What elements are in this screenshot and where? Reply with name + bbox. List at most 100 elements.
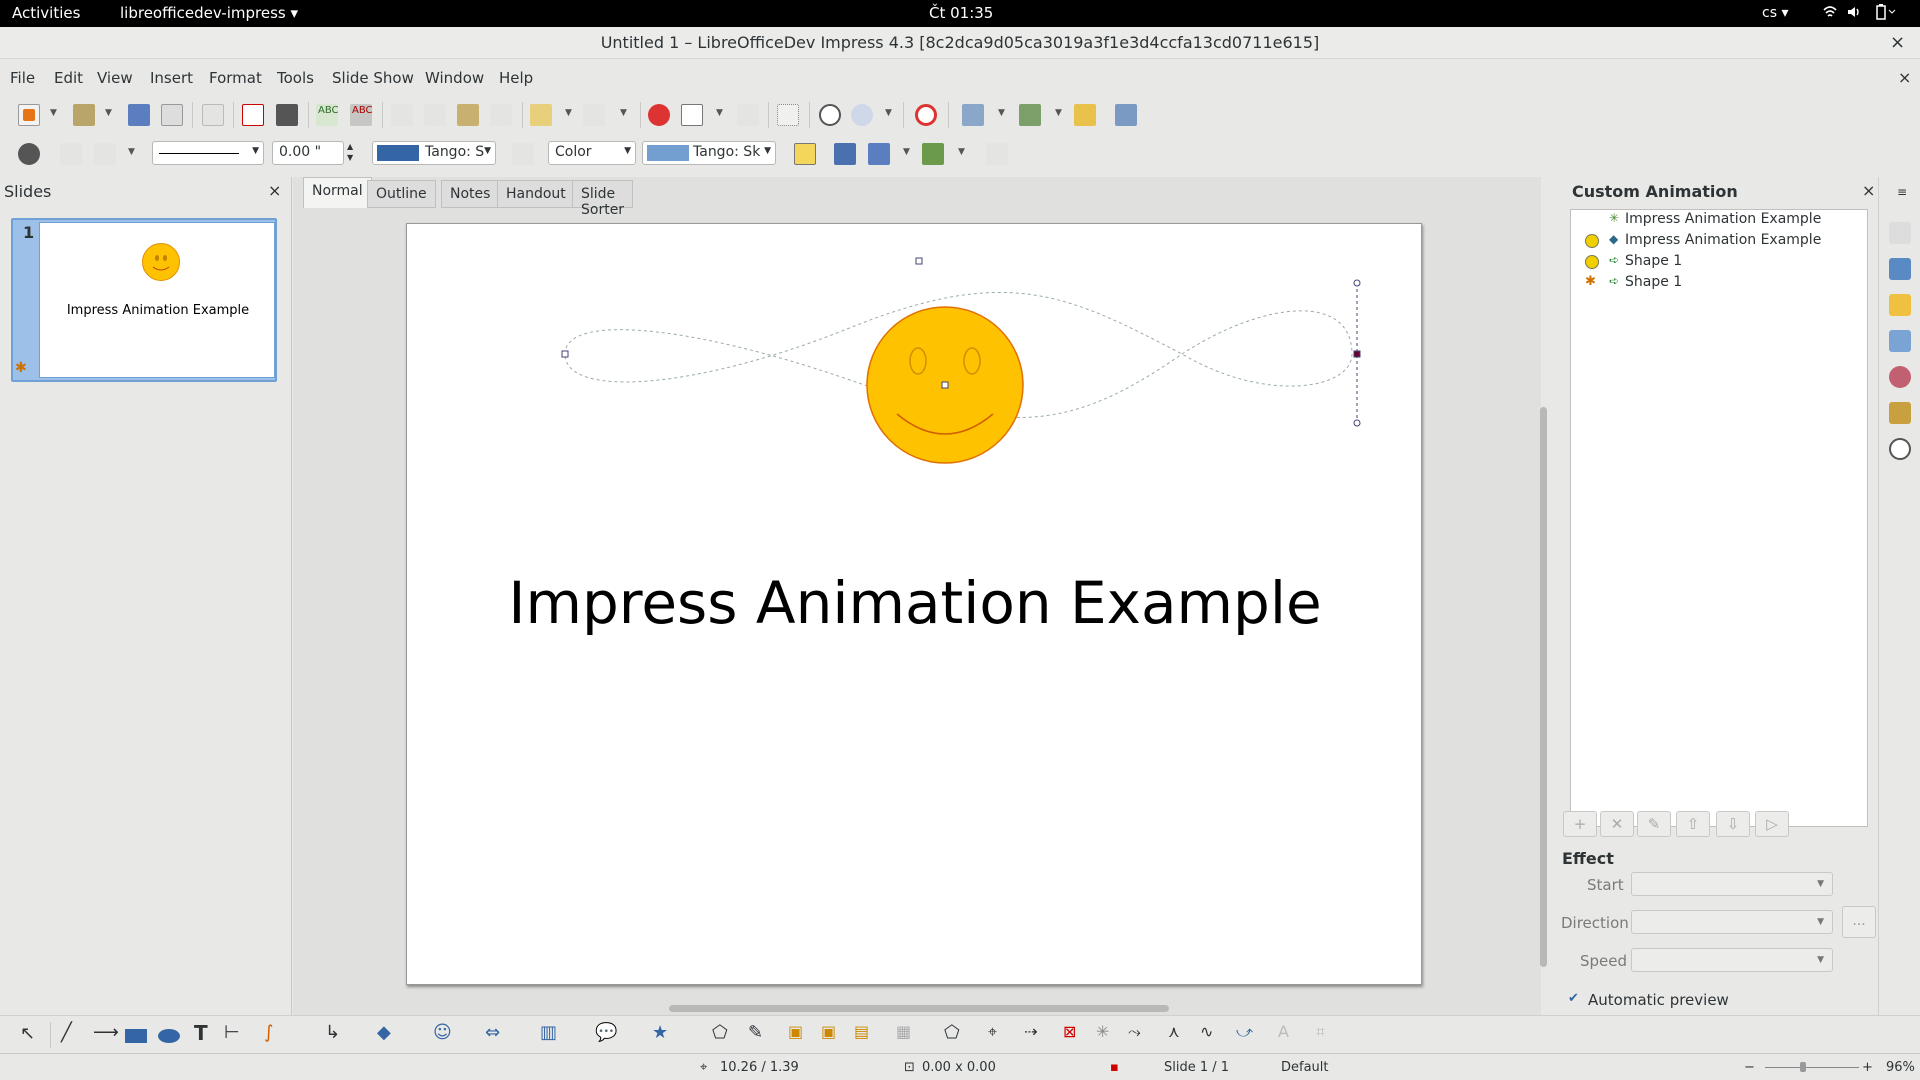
stars-icon[interactable]: ★ [652,1022,668,1043]
points-edit-icon[interactable]: ⬠ [944,1022,960,1043]
direction-select[interactable]: ▼ [1631,910,1833,934]
flowchart-icon[interactable]: ▥ [540,1022,557,1043]
master-page-name[interactable]: Default [1281,1060,1329,1075]
spellcheck-icon[interactable]: ABC [316,104,339,126]
menu-edit[interactable]: Edit [54,69,83,87]
insert-textbox-icon[interactable]: ▣ [788,1022,803,1041]
eliminate-points-icon[interactable]: ⌗ [1316,1022,1325,1042]
clone-formatting-icon[interactable] [490,104,512,126]
automatic-preview-checkbox[interactable]: ✔ [1568,991,1579,1006]
direction-options-button[interactable]: ... [1842,906,1876,938]
zoom-out-button[interactable]: − [1744,1060,1755,1075]
smooth-transition-icon[interactable]: ∿ [1200,1022,1213,1041]
list-item[interactable]: ✳ Impress Animation Example [1571,210,1867,231]
start-select[interactable]: ▼ [1631,872,1833,896]
gallery-icon[interactable] [1889,402,1911,424]
horizontal-scrollbar[interactable] [669,1005,1169,1012]
insert-chart-icon[interactable] [648,104,670,126]
master-pages-icon[interactable] [1889,258,1911,280]
slide-transition-icon[interactable] [1889,330,1911,352]
layout-dropdown-icon[interactable]: ▼ [1055,108,1062,118]
zoom-level[interactable]: 96% [1886,1060,1915,1075]
insert-media-icon[interactable] [737,104,759,126]
menu-tools[interactable]: Tools [277,69,314,87]
zoom-icon[interactable] [851,104,873,126]
block-arrows-icon[interactable]: ⇔ [485,1022,500,1043]
battery-icon[interactable] [1874,4,1896,24]
tab-slide-sorter[interactable]: Slide Sorter [572,180,634,218]
save-icon[interactable] [128,104,150,126]
area-style-select[interactable]: Color ▼ [548,141,636,165]
arrow-style-icon[interactable] [94,143,116,165]
styles-icon[interactable] [1889,366,1911,388]
move-up-button[interactable]: ⇧ [1676,811,1710,837]
copy-icon[interactable] [424,104,446,126]
close-bezier-icon[interactable]: A [1278,1022,1289,1041]
path-handle-left[interactable] [561,350,569,358]
tab-notes[interactable]: Notes [441,180,500,208]
add-effect-button[interactable]: + [1563,811,1597,837]
symmetric-transition-icon[interactable]: ⤻ [1236,1022,1253,1042]
slide-design-icon[interactable] [1074,104,1096,126]
vertical-text-icon[interactable]: ⊢ [224,1022,240,1043]
align-icon[interactable] [868,143,890,165]
help-icon[interactable] [915,104,937,126]
window-close-button[interactable]: × [1890,27,1905,59]
line-tool-icon[interactable]: ╱ [61,1022,72,1043]
tab-outline[interactable]: Outline [367,180,436,208]
list-item[interactable]: ◆ Impress Animation Example [1571,231,1867,252]
document-close-button[interactable]: × [1898,68,1911,87]
app-menu-button[interactable]: libreofficedev-impress ▾ [120,4,298,22]
autospellcheck-icon[interactable]: ABC [350,104,373,126]
extrusion-icon[interactable]: ▦ [896,1022,911,1041]
cut-icon[interactable] [391,104,413,126]
insert-table-icon[interactable] [681,104,703,126]
table-dropdown-icon[interactable]: ▼ [716,108,723,118]
path-handle-right-bottom[interactable] [1353,419,1361,427]
symbol-shapes-icon[interactable]: ☺ [433,1022,452,1043]
new-document-icon[interactable] [18,104,40,126]
line-width-field[interactable]: 0.00 " [272,141,344,165]
callouts-icon[interactable]: 💬 [595,1022,617,1043]
animation-list[interactable]: ✳ Impress Animation Example ◆ Impress An… [1570,209,1868,827]
custom-animation-close-button[interactable]: × [1862,181,1875,200]
slide-title-textbox[interactable]: Impress Animation Example [407,569,1423,637]
rotate-icon[interactable] [834,143,856,165]
slide-icon[interactable] [962,104,984,126]
connector-tool-icon[interactable]: ↳ [325,1022,340,1043]
slide-canvas[interactable]: Impress Animation Example [406,223,1422,985]
move-down-button[interactable]: ⇩ [1716,811,1750,837]
line-style-select[interactable]: ▼ [152,141,264,165]
open-dropdown-icon[interactable]: ▼ [105,108,112,118]
line-dialog-icon[interactable] [60,143,82,165]
tab-handout[interactable]: Handout [497,180,575,208]
wifi-icon[interactable] [1822,4,1838,24]
redo-icon[interactable] [583,104,605,126]
custom-animation-icon[interactable] [1889,294,1911,316]
line-color-select[interactable]: Tango: S ▼ [372,141,496,165]
print-icon[interactable] [276,104,298,126]
glue-points-icon[interactable]: ⌖ [988,1022,997,1042]
smiley-shape[interactable] [866,306,1024,464]
list-item[interactable]: ✱ ➪ Shape 1 [1571,273,1867,294]
zoom-in-button[interactable]: + [1862,1060,1873,1075]
transformations-icon[interactable]: ⇢ [1024,1022,1037,1041]
zoom-slider[interactable] [1765,1067,1859,1068]
basic-shapes-icon[interactable]: ◆ [377,1022,391,1043]
menu-slide-show[interactable]: Slide Show [332,69,414,87]
ellipse-tool-icon[interactable] [158,1029,180,1043]
path-handle-right-top[interactable] [1353,279,1361,287]
align-dropdown-icon[interactable]: ▼ [903,147,910,157]
select-arrow-icon[interactable]: ↖ [20,1023,35,1044]
paste-icon[interactable] [457,104,479,126]
document-modified-icon[interactable]: ▪ [1110,1060,1119,1075]
activities-button[interactable]: Activities [12,4,80,22]
area-color-select[interactable]: Tango: Sk ▼ [642,141,776,165]
rectangle-tool-icon[interactable] [125,1029,147,1043]
line-style-icon[interactable] [18,143,40,165]
tab-normal[interactable]: Normal [303,177,372,208]
arrange-dropdown-icon[interactable]: ▼ [958,147,965,157]
properties-icon[interactable] [1889,222,1911,244]
open-folder-icon[interactable] [73,104,95,126]
menu-view[interactable]: View [97,69,133,87]
